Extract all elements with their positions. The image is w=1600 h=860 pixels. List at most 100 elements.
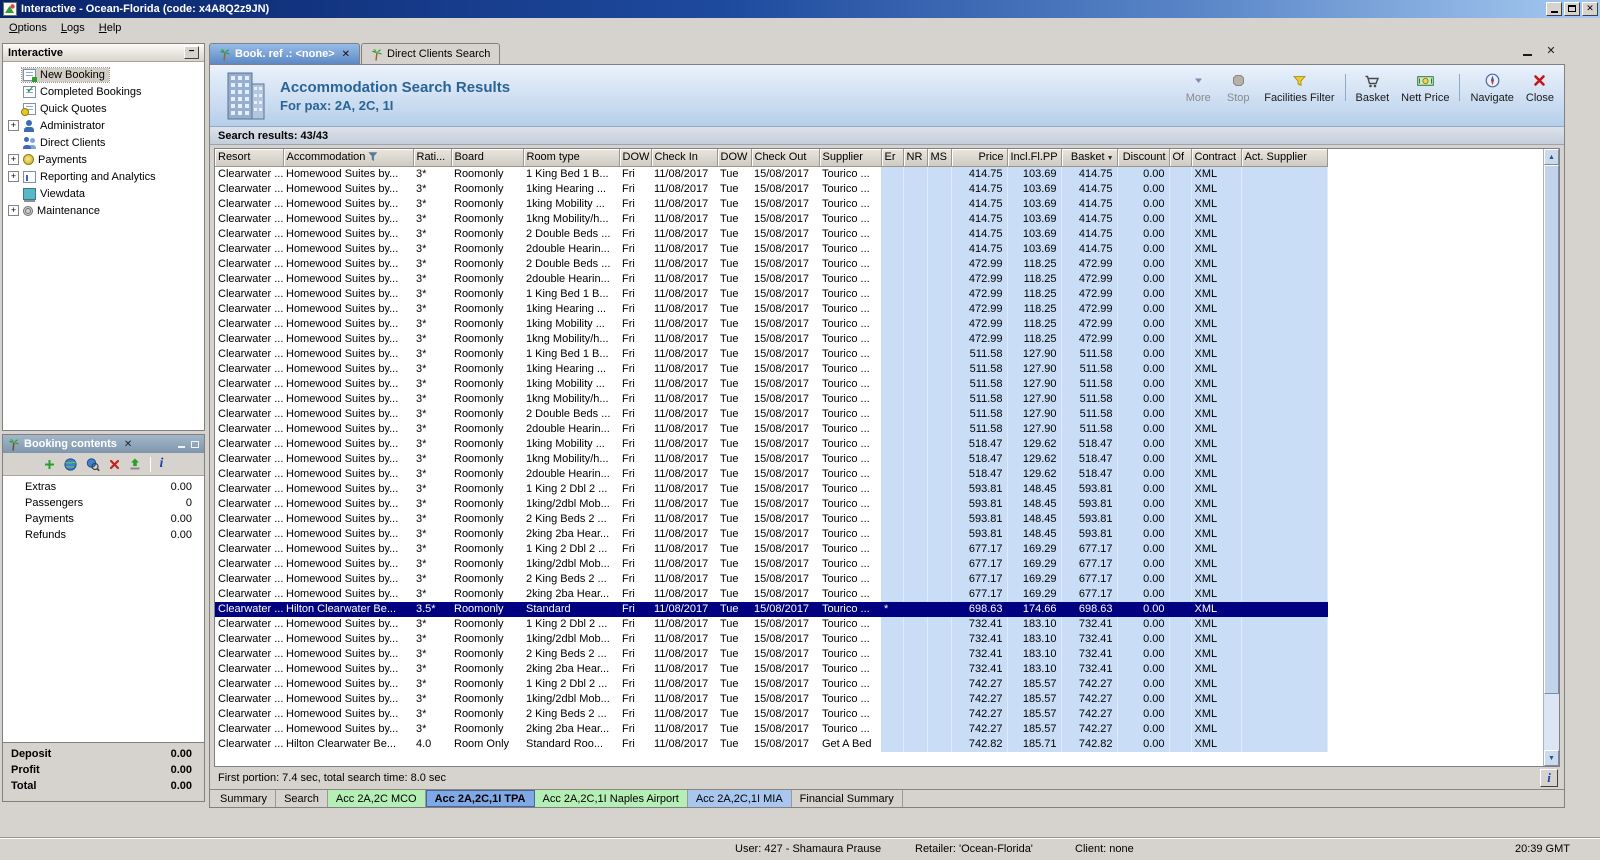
cell-contract[interactable]: XML [1191,571,1242,587]
cell-ms[interactable] [927,331,952,347]
cell-check_out[interactable]: 15/08/2017 [751,182,819,197]
cell-accommodation[interactable]: Homewood Suites by... [283,166,413,182]
tab-acc-mia[interactable]: Acc 2A,2C,1I MIA [687,790,792,807]
cell-basket[interactable]: 472.99 [1061,271,1118,287]
cell-room[interactable]: 1 King Bed 1 B... [523,287,619,302]
cell-ms[interactable] [927,706,952,722]
cell-discount[interactable]: 0.00 [1117,421,1170,437]
cell-basket[interactable]: 414.75 [1061,211,1118,227]
cell-rating[interactable]: 3* [413,557,451,572]
cell-board[interactable]: Roomonly [451,272,523,287]
cell-supplier[interactable]: Tourico ... [819,302,881,317]
cell-ms[interactable] [927,661,952,677]
cell-of[interactable] [1169,451,1192,467]
menu-logs[interactable]: Logs [54,20,92,36]
cell-supplier[interactable]: Tourico ... [819,572,881,587]
cell-incl[interactable]: 129.62 [1007,451,1062,467]
cell-discount[interactable]: 0.00 [1117,271,1170,287]
cell-accommodation[interactable]: Homewood Suites by... [283,182,413,197]
cell-room[interactable]: 1king/2dbl Mob... [523,497,619,512]
column-filter-icon[interactable] [368,152,378,162]
cell-resort[interactable]: Clearwater ... [215,647,283,662]
col-header-supplier[interactable]: Supplier [819,149,882,167]
cell-price[interactable]: 414.75 [951,166,1008,182]
cell-check_in[interactable]: 11/08/2017 [651,392,717,407]
result-row[interactable]: Clearwater ... Homewood Suites by... 3* Roo… [215,436,1328,452]
cell-er[interactable] [881,421,904,437]
cell-room[interactable]: 2 King Beds 2 ... [523,512,619,527]
cell-check_in[interactable]: 11/08/2017 [651,287,717,302]
cell-er[interactable] [881,586,904,602]
cell-supplier[interactable]: Tourico ... [819,467,881,482]
cell-check_out[interactable]: 15/08/2017 [751,332,819,347]
cell-dow_in[interactable]: Fri [619,632,651,647]
cell-dow_in[interactable]: Fri [619,437,651,452]
cell-check_out[interactable]: 15/08/2017 [751,272,819,287]
cell-contract[interactable]: XML [1191,331,1242,347]
result-row[interactable]: Clearwater ... Homewood Suites by... 3* Roo… [215,466,1328,482]
cell-discount[interactable]: 0.00 [1117,496,1170,512]
menu-help[interactable]: Help [92,20,129,36]
cell-room[interactable]: 2double Hearin... [523,467,619,482]
more-button[interactable]: More [1178,71,1218,104]
cell-rating[interactable]: 3* [413,722,451,737]
cell-er[interactable] [881,181,904,197]
cell-dow_in[interactable]: Fri [619,572,651,587]
result-row[interactable]: Clearwater ... Homewood Suites by... 3* Roo… [215,331,1328,347]
cell-accommodation[interactable]: Homewood Suites by... [283,272,413,287]
cell-dow_in[interactable]: Fri [619,166,651,182]
cell-nr[interactable] [903,616,928,632]
cell-of[interactable] [1169,691,1192,707]
cell-contract[interactable]: XML [1191,736,1242,752]
col-header-discount[interactable]: Discount [1117,149,1170,167]
result-row[interactable]: Clearwater ... Homewood Suites by... 3* Roo… [215,571,1328,587]
result-row[interactable]: Clearwater ... Homewood Suites by... 3* Roo… [215,586,1328,602]
cell-check_out[interactable]: 15/08/2017 [751,467,819,482]
cell-er[interactable] [881,301,904,317]
cell-accommodation[interactable]: Homewood Suites by... [283,527,413,542]
cell-check_out[interactable]: 15/08/2017 [751,482,819,497]
cell-dow_in[interactable]: Fri [619,422,651,437]
cell-contract[interactable]: XML [1191,181,1242,197]
cell-supplier[interactable]: Tourico ... [819,722,881,737]
cell-basket[interactable]: 677.17 [1061,586,1118,602]
cell-dow_out[interactable]: Tue [717,166,751,182]
cell-er[interactable] [881,541,904,557]
result-row[interactable]: Clearwater ... Homewood Suites by... 3* Roo… [215,241,1328,257]
scrollbar-thumb[interactable] [1544,165,1559,694]
cell-dow_out[interactable]: Tue [717,392,751,407]
tab-booking-ref[interactable]: Book. ref .: <none> ✕ [209,43,361,64]
cell-basket[interactable]: 593.81 [1061,496,1118,512]
cell-rating[interactable]: 3* [413,166,451,182]
cell-of[interactable] [1169,286,1192,302]
cell-room[interactable]: 1 King Bed 1 B... [523,347,619,362]
cell-ms[interactable] [927,466,952,482]
cell-rating[interactable]: 3* [413,347,451,362]
cell-price[interactable]: 472.99 [951,286,1008,302]
cell-board[interactable]: Roomonly [451,497,523,512]
cell-resort[interactable]: Clearwater ... [215,377,283,392]
cell-price[interactable]: 593.81 [951,511,1008,527]
cell-check_out[interactable]: 15/08/2017 [751,377,819,392]
info-icon[interactable]: i [160,457,164,471]
cell-ms[interactable] [927,616,952,632]
cell-dow_out[interactable]: Tue [717,707,751,722]
cell-accommodation[interactable]: Homewood Suites by... [283,212,413,227]
cell-dow_in[interactable]: Fri [619,617,651,632]
cell-discount[interactable]: 0.00 [1117,361,1170,377]
result-row[interactable]: Clearwater ... Homewood Suites by... 3* Roo… [215,256,1328,272]
cell-check_out[interactable]: 15/08/2017 [751,692,819,707]
cell-board[interactable]: Roomonly [451,452,523,467]
cell-board[interactable]: Roomonly [451,197,523,212]
cell-of[interactable] [1169,721,1192,737]
cell-er[interactable] [881,406,904,422]
cell-room[interactable]: 1kng Mobility/h... [523,212,619,227]
cell-act_supplier[interactable] [1241,616,1328,632]
basket-button[interactable]: Basket [1350,71,1396,104]
cell-check_out[interactable]: 15/08/2017 [751,662,819,677]
cell-of[interactable] [1169,346,1192,362]
cell-basket[interactable]: 414.75 [1061,241,1118,257]
cell-dow_in[interactable]: Fri [619,197,651,212]
cell-dow_in[interactable]: Fri [619,287,651,302]
cell-nr[interactable] [903,586,928,602]
